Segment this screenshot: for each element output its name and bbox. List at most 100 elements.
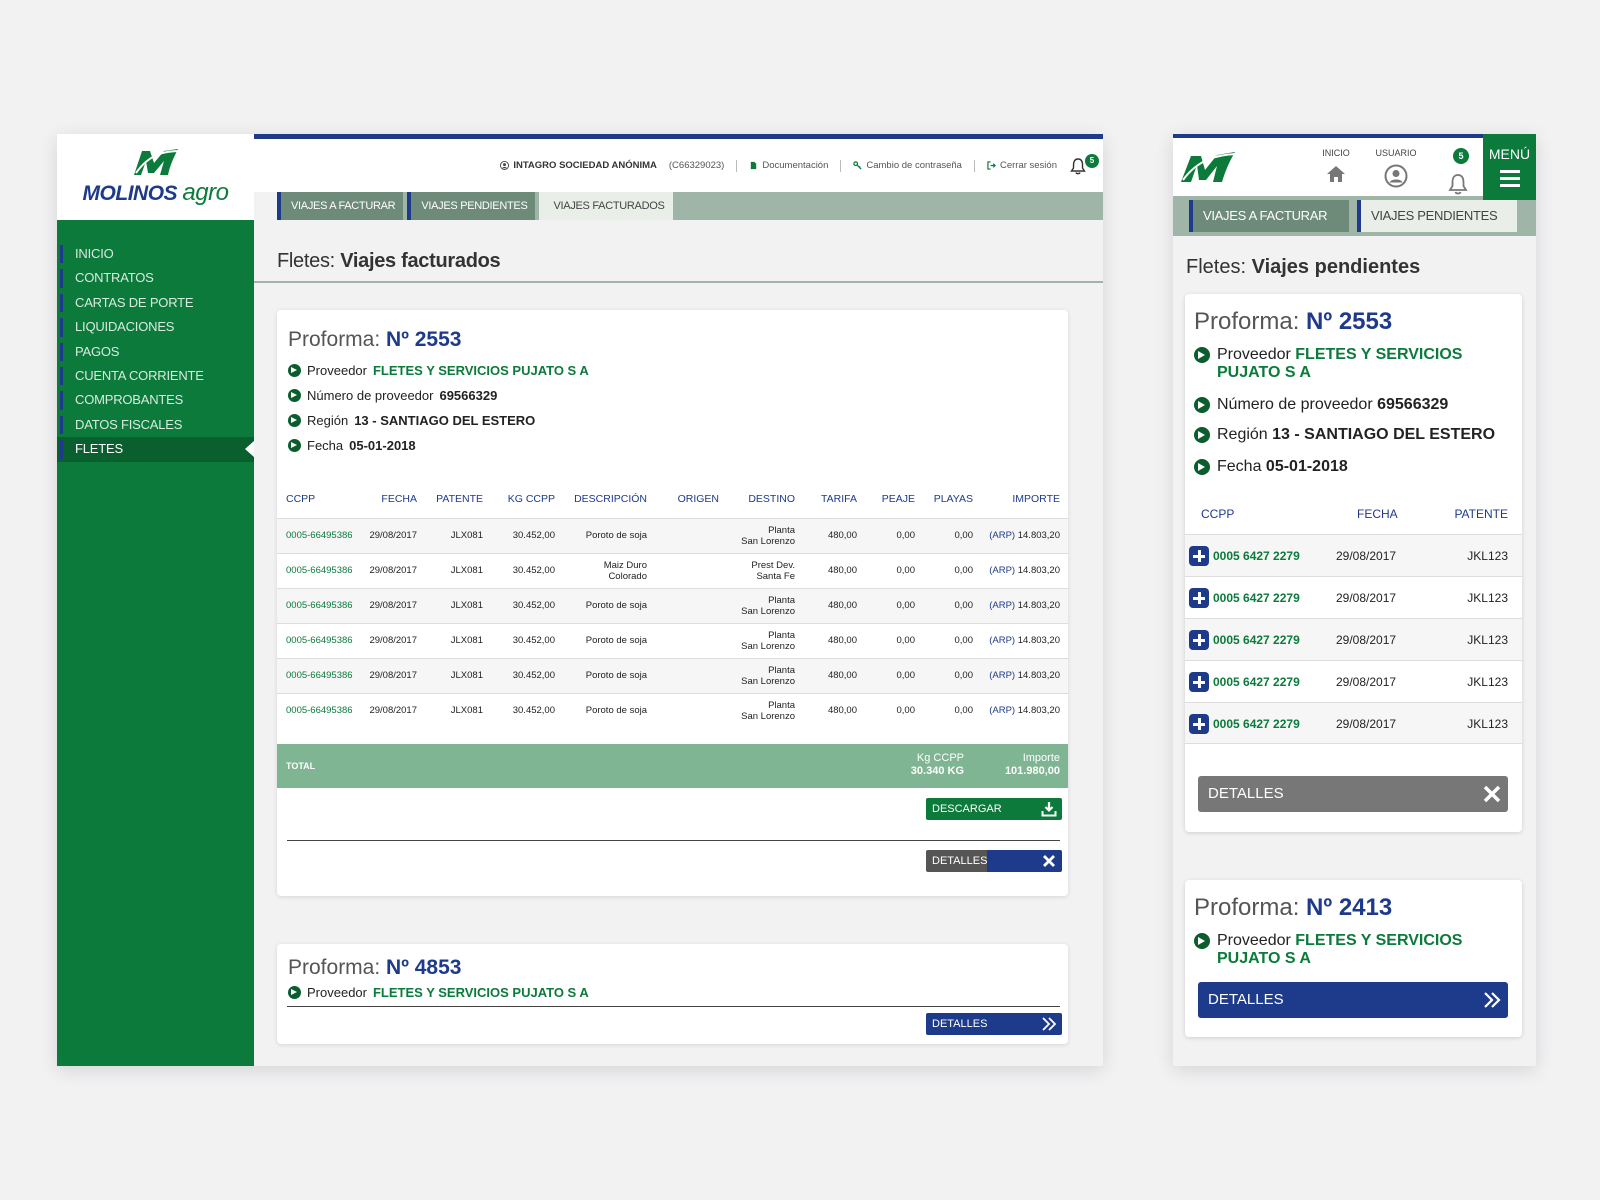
table-row[interactable]: 0005 6427 2279 29/08/2017 JKL123 — [1185, 534, 1522, 576]
column-header[interactable]: CCPP — [277, 480, 363, 518]
descargar-button[interactable]: DESCARGAR — [926, 798, 1062, 820]
sidebar-item-contratos[interactable]: CONTRATOS — [57, 266, 254, 290]
hamburger-icon — [1499, 170, 1520, 187]
column-header[interactable]: CCPP — [1201, 507, 1234, 521]
ccpp-cell[interactable]: 0005-66495386 — [277, 552, 363, 588]
company-code: (C66329023) — [668, 160, 725, 171]
detalles-label: DETALLES — [932, 855, 988, 867]
mobile-notifications-button[interactable] — [1433, 166, 1483, 196]
sidebar-item-pagos[interactable]: PAGOS — [57, 340, 254, 364]
plus-icon[interactable] — [1189, 714, 1209, 734]
plus-icon[interactable] — [1189, 588, 1209, 608]
menu-button[interactable]: MENÚ — [1483, 134, 1536, 200]
documentacion-link[interactable]: Documentación — [749, 160, 828, 171]
ccpp-cell[interactable]: 0005-66495386 — [277, 517, 363, 553]
column-header[interactable]: DESCRIPCIÓN — [559, 480, 651, 518]
column-header[interactable]: KG CCPP — [487, 480, 559, 518]
tab-viajes-a-facturar[interactable]: VIAJES A FACTURAR — [277, 192, 404, 220]
table-row[interactable]: 0005-66495386 29/08/2017 JLX081 30.452,0… — [277, 587, 1068, 623]
origen-cell — [651, 517, 723, 553]
desktop-view: MOLINOS agro INICIO CONTRATOS CARTAS DE … — [57, 134, 1103, 1066]
column-header[interactable]: FECHA — [1357, 507, 1398, 521]
plus-icon[interactable] — [1189, 672, 1209, 692]
table-row[interactable]: 0005-66495386 29/08/2017 JLX081 30.452,0… — [277, 657, 1068, 693]
sidebar-item-comprobantes[interactable]: COMPROBANTES — [57, 388, 254, 412]
table-row[interactable]: 0005-66495386 29/08/2017 JLX081 30.452,0… — [277, 622, 1068, 658]
tab-viajes-facturados[interactable]: VIAJES FACTURADOS — [539, 192, 673, 220]
table-row[interactable]: 0005 6427 2279 29/08/2017 JKL123 — [1185, 576, 1522, 618]
detalles-close-button[interactable]: DETALLES — [926, 850, 1062, 872]
column-header[interactable]: TARIFA — [799, 480, 861, 518]
detalles-close-button[interactable]: DETALLES — [1198, 776, 1508, 812]
column-header[interactable]: ORIGEN — [651, 480, 723, 518]
table-row[interactable]: 0005 6427 2279 29/08/2017 JKL123 — [1185, 660, 1522, 702]
table-row[interactable]: 0005-66495386 29/08/2017 JLX081 30.452,0… — [277, 552, 1068, 588]
currency-label: (ARP) — [989, 600, 1016, 611]
tab-viajes-pendientes[interactable]: VIAJES PENDIENTES — [1357, 200, 1517, 232]
ccpp-cell[interactable]: 0005-66495386 — [277, 692, 363, 728]
column-header[interactable]: FECHA — [363, 480, 421, 518]
cambio-contrasena-link[interactable]: Cambio de contraseña — [853, 160, 962, 171]
tarifa-cell: 480,00 — [799, 622, 861, 658]
currency-label: (ARP) — [989, 565, 1016, 576]
table-row[interactable]: 0005 6427 2279 29/08/2017 JKL123 — [1185, 618, 1522, 660]
page-title-text: Viajes facturados — [340, 250, 501, 272]
sidebar-item-liquidaciones[interactable]: LIQUIDACIONES — [57, 315, 254, 339]
tab-viajes-a-facturar[interactable]: VIAJES A FACTURAR — [1189, 200, 1349, 232]
tab-viajes-pendientes[interactable]: VIAJES PENDIENTES — [407, 192, 536, 220]
detalles-button[interactable]: DETALLES — [926, 1013, 1062, 1035]
sidebar-item-cartas-de-porte[interactable]: CARTAS DE PORTE — [57, 291, 254, 315]
ccpp-cell[interactable]: 0005-66495386 — [277, 622, 363, 658]
proforma-label: Proforma: — [288, 956, 381, 979]
column-header[interactable]: PLAYAS — [919, 480, 977, 518]
sidebar-item-fletes[interactable]: FLETES — [57, 437, 254, 462]
ccpp-cell[interactable]: 0005 6427 2279 — [1213, 633, 1300, 647]
patente-cell: JLX081 — [421, 657, 487, 693]
plus-icon[interactable] — [1189, 546, 1209, 566]
table-row[interactable]: 0005 6427 2279 29/08/2017 JKL123 — [1185, 702, 1522, 744]
column-header[interactable]: PEAJE — [861, 480, 919, 518]
patente-cell: JKL123 — [1467, 675, 1508, 689]
sidebar-item-inicio[interactable]: INICIO — [57, 242, 254, 266]
proforma-label: Proforma: — [1194, 894, 1300, 921]
molinos-logo-icon[interactable] — [1179, 150, 1237, 184]
plus-icon[interactable] — [1189, 630, 1209, 650]
sidebar-item-datos-fiscales[interactable]: DATOS FISCALES — [57, 413, 254, 437]
destino-line2: San Lorenzo — [741, 710, 795, 722]
notifications-button[interactable]: 5 — [1069, 153, 1099, 175]
mobile-nav-inicio[interactable]: INICIO — [1311, 148, 1361, 184]
ccpp-cell[interactable]: 0005 6427 2279 — [1213, 675, 1300, 689]
table-row[interactable]: 0005-66495386 29/08/2017 JLX081 30.452,0… — [277, 517, 1068, 553]
playas-cell: 0,00 — [919, 517, 977, 553]
sidebar-item-cuenta-corriente[interactable]: CUENTA CORRIENTE — [57, 364, 254, 388]
total-bar: TOTAL Kg CCPP 30.340 KG Importe 101.980,00 — [277, 744, 1068, 788]
ccpp-cell[interactable]: 0005 6427 2279 — [1213, 591, 1300, 605]
ccpp-cell[interactable]: 0005 6427 2279 — [1213, 717, 1300, 731]
proveedor-value: FLETES Y SERVICIOS — [1295, 346, 1463, 363]
column-header[interactable]: PATENTE — [1454, 507, 1508, 521]
logo[interactable]: MOLINOS agro — [57, 134, 254, 220]
page-title-prefix: Fletes: — [277, 250, 335, 272]
proveedor-label: Proveedor — [307, 363, 367, 378]
importe-cell: (ARP) 14.803,20 — [977, 692, 1068, 728]
importe-value: 14.803,20 — [1017, 530, 1060, 541]
column-header[interactable]: DESTINO — [723, 480, 799, 518]
inicio-label: INICIO — [1322, 148, 1350, 158]
ccpp-cell[interactable]: 0005-66495386 — [277, 587, 363, 623]
importe-cell: (ARP) 14.803,20 — [977, 517, 1068, 553]
proveedor-value-line2: PUJATO S A — [1217, 950, 1311, 967]
destino-line2: Santa Fe — [756, 570, 795, 582]
cerrar-sesion-link[interactable]: Cerrar sesión — [987, 160, 1057, 171]
company-info: INTAGRO SOCIEDAD ANÓNIMA — [500, 160, 657, 171]
detalles-button[interactable]: DETALLES — [1198, 982, 1508, 1018]
numero-proveedor-info: Número de proveedor 69566329 — [1194, 382, 1522, 414]
ccpp-cell[interactable]: 0005 6427 2279 — [1213, 549, 1300, 563]
destino-cell: Prest Dev. Santa Fe — [723, 552, 799, 588]
patente-cell: JLX081 — [421, 622, 487, 658]
column-header[interactable]: IMPORTE — [977, 480, 1068, 518]
mobile-nav-usuario[interactable]: USUARIO — [1371, 148, 1421, 188]
column-header[interactable]: PATENTE — [421, 480, 487, 518]
table-row[interactable]: 0005-66495386 29/08/2017 JLX081 30.452,0… — [277, 692, 1068, 728]
ccpp-cell[interactable]: 0005-66495386 — [277, 657, 363, 693]
fecha-cell: 29/08/2017 — [1336, 591, 1397, 605]
